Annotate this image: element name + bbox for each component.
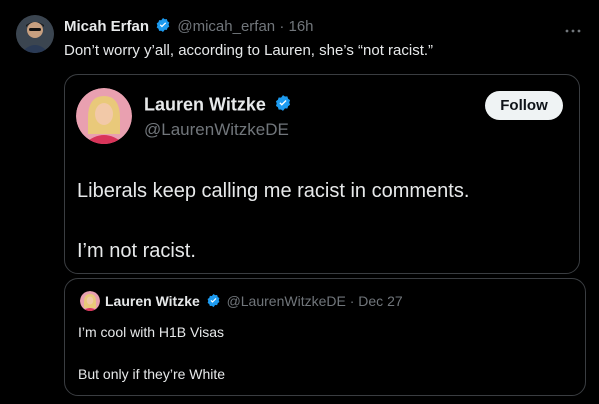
- verified-badge-icon: [155, 17, 171, 37]
- verified-badge-icon: [274, 94, 292, 117]
- separator-dot: ·: [279, 17, 285, 35]
- quoted-text-line1: Liberals keep calling me racist in comme…: [77, 180, 470, 202]
- quoted-author-row: Lauren Witzke: [144, 94, 292, 117]
- micah-avatar[interactable]: [16, 15, 54, 53]
- nested-date[interactable]: Dec 27: [358, 293, 402, 309]
- lauren-avatar-small[interactable]: [80, 291, 100, 311]
- quoted-text-line2: I’m not racist.: [77, 240, 196, 262]
- lauren-name[interactable]: Lauren Witzke: [144, 94, 266, 114]
- more-dots-icon[interactable]: [565, 22, 581, 33]
- nested-separator: ·: [349, 293, 355, 309]
- nested-handle[interactable]: @LaurenWitzkeDE: [227, 293, 346, 309]
- outer-tweet-text: Don’t worry y’all, according to Lauren, …: [64, 42, 434, 59]
- nested-quote-header: Lauren Witzke @LaurenWitzkeDE · Dec 27: [105, 293, 403, 311]
- micah-name[interactable]: Micah Erfan: [64, 18, 149, 35]
- verified-badge-icon: [206, 293, 221, 311]
- lauren-avatar-large[interactable]: [76, 88, 132, 144]
- micah-handle[interactable]: @micah_erfan: [177, 18, 275, 35]
- nested-author-name[interactable]: Lauren Witzke: [105, 293, 200, 309]
- tweet-time[interactable]: 16h: [289, 18, 314, 35]
- nested-text-line2: But only if they’re White: [78, 366, 226, 382]
- lauren-handle[interactable]: @LaurenWitzkeDE: [144, 120, 289, 140]
- outer-tweet-header: Micah Erfan @micah_erfan · 16h: [64, 17, 314, 37]
- follow-button[interactable]: Follow: [485, 91, 563, 120]
- nested-text-line1: I’m cool with H1B Visas: [78, 324, 225, 340]
